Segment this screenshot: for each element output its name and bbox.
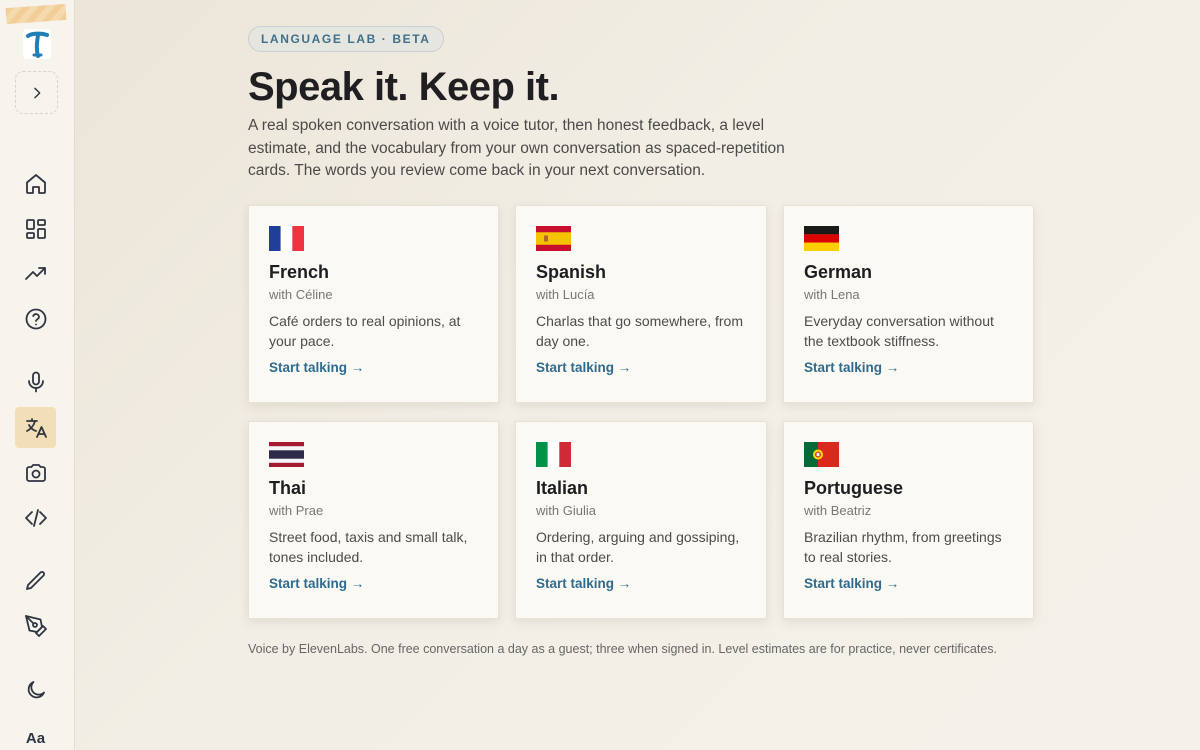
nav-home[interactable] [15, 163, 56, 204]
language-card-french[interactable]: French with Céline Café orders to real o… [248, 205, 499, 403]
start-talking-link[interactable]: Start talking → [804, 360, 899, 375]
page-title: Speak it. Keep it. [248, 65, 560, 109]
home-icon [25, 173, 46, 194]
card-language: French [269, 262, 330, 282]
start-talking-link[interactable]: Start talking → [536, 576, 631, 591]
grid-icon [25, 218, 46, 239]
chevron-right-icon [33, 87, 40, 98]
nav-camera[interactable] [15, 452, 56, 493]
thailand-flag-icon [269, 442, 304, 467]
card-tutor: with Giulia [536, 503, 596, 518]
language-card-portuguese[interactable]: Portuguese with Beatriz Brazilian rhythm… [783, 421, 1034, 619]
moon-icon [27, 680, 45, 698]
italy-flag-icon [536, 442, 571, 467]
nav-help[interactable] [15, 298, 56, 339]
card-language: Italian [536, 478, 589, 498]
nav-voice[interactable] [15, 361, 56, 402]
card-tutor: with Prae [269, 503, 324, 518]
card-tutor: with Lena [804, 287, 860, 302]
nav-language-lab[interactable] [15, 407, 56, 448]
translate-icon [25, 417, 47, 438]
help-circle-icon [25, 308, 46, 329]
card-language: German [804, 262, 873, 282]
card-description: Brazilian rhythm, from greetings to real… [804, 529, 1002, 565]
language-grid: French with Céline Café orders to real o… [248, 205, 1034, 619]
france-flag-icon [269, 226, 304, 251]
language-card-spanish[interactable]: Spanish with Lucía Charlas that go somew… [515, 205, 767, 403]
trending-up-icon [24, 266, 46, 280]
start-talking-link[interactable]: Start talking → [804, 576, 899, 591]
card-tutor: with Beatriz [804, 503, 872, 518]
mic-icon [27, 371, 44, 392]
language-card-italian[interactable]: Italian with Giulia Ordering, arguing an… [515, 421, 767, 619]
intro-text: A real spoken conversation with a voice … [248, 117, 785, 179]
nav-dashboard[interactable] [15, 208, 56, 249]
footer-note: Voice by ElevenLabs. One free conversati… [248, 642, 998, 656]
card-language: Spanish [536, 262, 607, 282]
section-badge: LANGUAGE LAB · BETA [248, 26, 444, 52]
start-talking-link[interactable]: Start talking → [269, 360, 364, 375]
nav-draw[interactable] [15, 605, 56, 646]
start-talking-link[interactable]: Start talking → [536, 360, 631, 375]
portugal-flag-icon [804, 442, 839, 467]
card-description: Everyday conversation without the textbo… [804, 313, 994, 349]
card-tutor: with Lucía [536, 287, 595, 302]
nav-code[interactable] [15, 497, 56, 538]
app-logo[interactable] [22, 28, 52, 60]
nav-progress[interactable] [15, 253, 56, 294]
camera-icon [25, 463, 46, 482]
card-language: Thai [269, 478, 307, 498]
theme-toggle[interactable] [15, 669, 56, 710]
spain-flag-icon [536, 226, 571, 251]
nav-edit[interactable] [15, 560, 56, 601]
card-description: Café orders to real opinions, at your pa… [269, 313, 461, 349]
tape-decoration [5, 3, 67, 25]
pencil-icon [25, 570, 45, 590]
language-card-german[interactable]: German with Lena Everyday conversation w… [783, 205, 1034, 403]
main-content: LANGUAGE LAB · BETA Speak it. Keep it. A… [248, 26, 1048, 619]
card-language: Portuguese [804, 478, 904, 498]
font-size-label: Aa [25, 730, 46, 747]
code-icon [24, 508, 47, 527]
pen-tool-icon [24, 614, 47, 637]
sidebar: Aa [0, 0, 75, 750]
card-tutor: with Céline [269, 287, 333, 302]
expand-sidebar-button[interactable] [15, 71, 58, 114]
language-card-thai[interactable]: Thai with Prae Street food, taxis and sm… [248, 421, 499, 619]
germany-flag-icon [804, 226, 839, 251]
card-description: Charlas that go somewhere, from day one. [536, 313, 743, 349]
start-talking-link[interactable]: Start talking → [269, 576, 364, 591]
card-description: Street food, taxis and small talk, tones… [269, 529, 468, 565]
card-description: Ordering, arguing and gossiping, in that… [536, 529, 740, 565]
font-size-button[interactable]: Aa [15, 718, 56, 750]
